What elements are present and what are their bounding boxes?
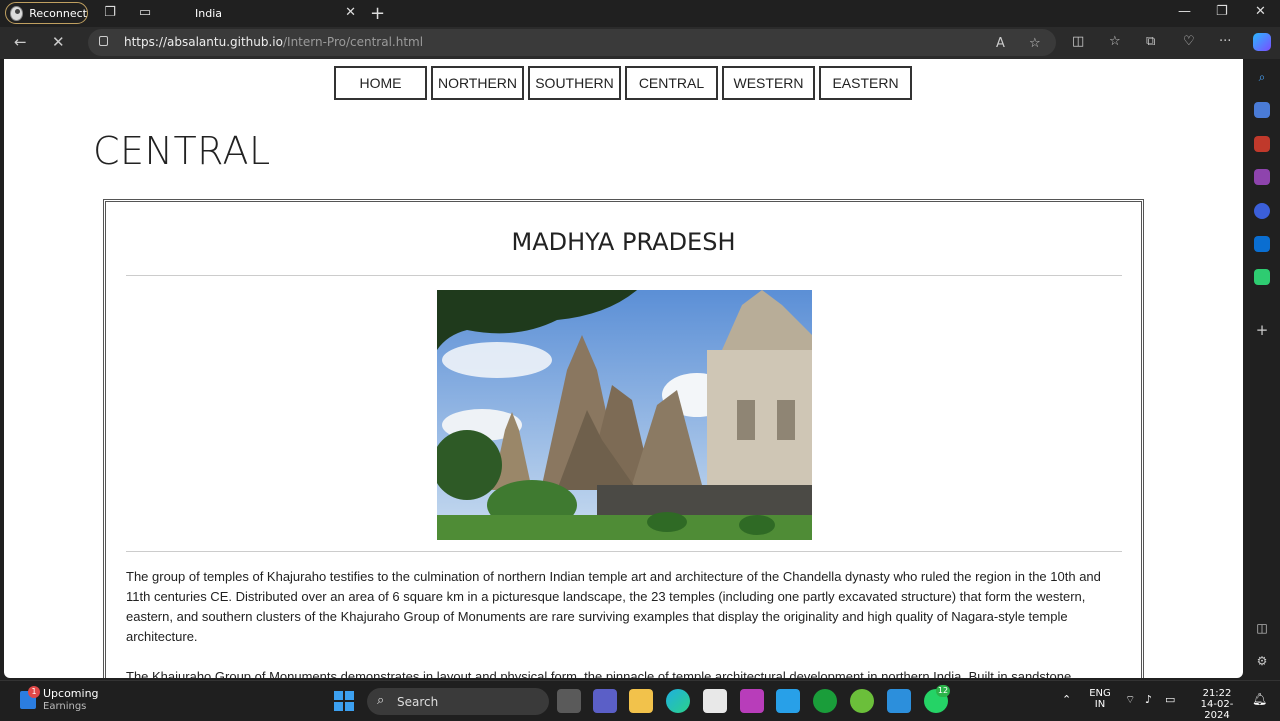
xbox-icon[interactable] (813, 689, 837, 713)
split-screen-icon[interactable]: ◫ (1072, 34, 1084, 49)
page-title: CENTRAL (93, 129, 271, 173)
vscode-icon[interactable] (887, 689, 911, 713)
search-icon: ⌕ (377, 693, 385, 708)
nav-western[interactable]: WESTERN (722, 66, 815, 100)
file-explorer-icon[interactable] (629, 689, 653, 713)
region-nav: HOME NORTHERN SOUTHERN CENTRAL WESTERN E… (334, 66, 912, 100)
divider (126, 551, 1122, 552)
favorite-star-icon[interactable]: ☆ (1029, 36, 1041, 51)
microsoft-365-icon[interactable] (1254, 203, 1270, 219)
description-paragraph-2: The Khajuraho Group of Monuments demonst… (126, 669, 1072, 678)
favorites-icon[interactable]: ☆ (1109, 34, 1121, 49)
close-window-icon[interactable]: ✕ (1255, 4, 1266, 19)
nav-central[interactable]: CENTRAL (625, 66, 718, 100)
page-viewport: HOME NORTHERN SOUTHERN CENTRAL WESTERN E… (4, 59, 1243, 678)
reconnect-label: Reconnect (29, 6, 87, 20)
windows-taskbar: 1 Upcoming Earnings ⌕ Search 12 ⌃ ENG IN… (0, 680, 1280, 721)
edge-icon[interactable] (666, 689, 690, 713)
read-aloud-icon[interactable]: A (996, 36, 1005, 51)
notifications-icon[interactable]: 🔔︎ (1252, 692, 1267, 706)
start-icon[interactable] (334, 691, 354, 711)
clock-time: 21:22 (1202, 688, 1232, 699)
new-tab-icon[interactable]: + (370, 3, 385, 24)
state-title: MADHYA PRADESH (511, 228, 736, 256)
show-hidden-icons[interactable]: ⌃ (1062, 693, 1071, 706)
browser-essentials-icon[interactable]: ♡ (1183, 34, 1195, 49)
tab-title: India (195, 7, 222, 20)
nav-southern[interactable]: SOUTHERN (528, 66, 621, 100)
play-store-icon[interactable] (776, 689, 800, 713)
edge-sidebar: ⌕ + ◫ ⚙ (1243, 59, 1280, 679)
url-text: https://absalantu.github.io/Intern-Pro/c… (124, 35, 424, 49)
minimize-icon[interactable]: — (1178, 4, 1191, 19)
divider (126, 275, 1122, 276)
widget-subtitle: Earnings (43, 701, 87, 712)
stop-loading-icon[interactable]: ✕ (52, 33, 65, 51)
games-icon[interactable] (1254, 169, 1270, 185)
tab-close-icon[interactable]: ✕ (345, 5, 356, 20)
taskbar-search[interactable]: ⌕ Search (367, 688, 549, 715)
search-icon[interactable]: ⌕ (1254, 69, 1270, 85)
search-label: Search (397, 695, 439, 709)
workspaces-icon[interactable]: ❐ (102, 5, 118, 21)
store-icon[interactable] (703, 689, 727, 713)
browser-title-bar: Reconnect ❐ ▭ India ✕ + — ❐ ✕ (0, 0, 1280, 27)
nav-home[interactable]: HOME (334, 66, 427, 100)
widget-title[interactable]: Upcoming (43, 687, 99, 700)
drop-icon[interactable] (1254, 269, 1270, 285)
volume-icon[interactable]: ♪ (1145, 693, 1152, 706)
clock-date: 14-02-2024 (1200, 699, 1234, 721)
khajuraho-temple-image (437, 290, 812, 540)
back-icon[interactable]: ← (14, 33, 27, 51)
nav-northern[interactable]: NORTHERN (431, 66, 524, 100)
teams-icon[interactable] (593, 689, 617, 713)
state-card: MADHYA PRADESH The group of temples of K… (103, 199, 1144, 678)
temple-photo (437, 290, 812, 540)
address-toolbar: ← ✕ https://absalantu.github.io/Intern-P… (0, 27, 1280, 59)
language-code: ENG (1089, 688, 1111, 699)
outlook-icon[interactable] (1254, 236, 1270, 252)
more-menu-icon[interactable]: ··· (1219, 34, 1231, 49)
tab-india[interactable]: India ✕ (162, 0, 368, 27)
language-indicator[interactable]: ENG IN (1088, 688, 1112, 710)
address-bar[interactable]: https://absalantu.github.io/Intern-Pro/c… (88, 29, 1056, 56)
sidebar-settings-icon[interactable]: ⚙ (1254, 653, 1270, 669)
clock[interactable]: 21:22 14-02-2024 (1190, 688, 1244, 721)
region-code: IN (1094, 699, 1106, 710)
copilot-icon[interactable] (1253, 33, 1271, 51)
widget-badge: 1 (28, 686, 40, 698)
nav-eastern[interactable]: EASTERN (819, 66, 912, 100)
profile-reconnect-button[interactable]: Reconnect (5, 2, 88, 24)
utorrent-icon[interactable] (850, 689, 874, 713)
profile-avatar-icon (10, 5, 24, 21)
whatsapp-badge: 12 (936, 685, 950, 697)
maximize-icon[interactable]: ❐ (1216, 4, 1228, 19)
wifi-icon[interactable]: ⌔ (1125, 693, 1135, 707)
task-view-icon[interactable] (557, 689, 581, 713)
hide-sidebar-icon[interactable]: ◫ (1254, 620, 1270, 636)
lock-icon (99, 36, 108, 46)
collections-icon[interactable]: ⧉ (1146, 34, 1155, 49)
tab-actions-icon[interactable]: ▭ (137, 5, 153, 21)
battery-icon[interactable]: ▭ (1165, 693, 1175, 706)
shopping-icon[interactable] (1254, 102, 1270, 118)
tools-icon[interactable] (1254, 136, 1270, 152)
photos-icon[interactable] (740, 689, 764, 713)
add-sidebar-app-icon[interactable]: + (1254, 322, 1270, 338)
description-paragraph-1: The group of temples of Khajuraho testif… (126, 569, 1101, 644)
